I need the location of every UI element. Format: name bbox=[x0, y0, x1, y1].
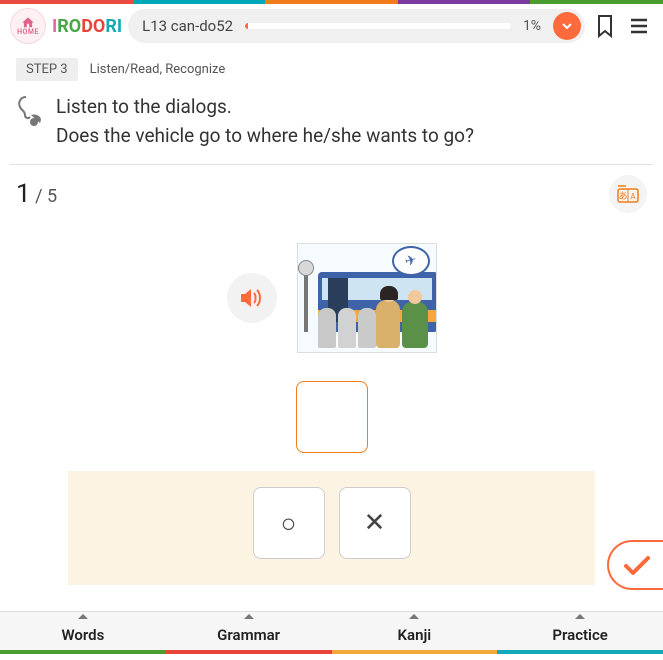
answer-no-button[interactable]: ✕ bbox=[339, 487, 411, 559]
bookmark-icon bbox=[595, 14, 615, 38]
svg-text:A: A bbox=[630, 192, 636, 201]
svg-text:あ: あ bbox=[618, 191, 627, 202]
airplane-icon: ✈ bbox=[403, 252, 418, 270]
nav-practice[interactable]: Practice bbox=[497, 612, 663, 654]
confirm-button[interactable] bbox=[607, 540, 663, 590]
answer-yes-button[interactable]: ○ bbox=[253, 487, 325, 559]
home-icon bbox=[21, 16, 35, 28]
instruction-line2: Does the vehicle go to where he/she want… bbox=[56, 122, 474, 151]
counter-total: 5 bbox=[47, 186, 57, 207]
brand-stripe bbox=[0, 0, 663, 4]
bottom-nav: Words Grammar Kanji Practice bbox=[0, 611, 663, 654]
step-description: Listen/Read, Recognize bbox=[90, 62, 226, 77]
bookmark-button[interactable] bbox=[591, 14, 619, 38]
home-button[interactable]: HOME bbox=[10, 8, 46, 44]
progress-track bbox=[245, 23, 511, 29]
nav-kanji[interactable]: Kanji bbox=[332, 612, 498, 654]
counter-current: 1 bbox=[16, 179, 31, 209]
logo: IRODORI bbox=[52, 16, 122, 37]
lesson-title: L13 can-do52 bbox=[142, 17, 233, 35]
step-bar: STEP 3 Listen/Read, Recognize bbox=[0, 48, 663, 85]
listen-icon bbox=[16, 93, 46, 131]
instruction-line1: Listen to the dialogs. bbox=[56, 93, 474, 122]
progress-dropdown[interactable] bbox=[553, 12, 581, 40]
progress-percent: 1% bbox=[517, 18, 547, 34]
nav-grammar[interactable]: Grammar bbox=[166, 612, 332, 654]
furigana-toggle[interactable]: あ A bbox=[609, 175, 647, 213]
menu-button[interactable] bbox=[625, 17, 653, 35]
play-audio-button[interactable] bbox=[227, 273, 277, 323]
check-icon bbox=[623, 554, 651, 576]
answer-drop-slot[interactable] bbox=[296, 381, 368, 453]
furigana-icon: あ A bbox=[617, 185, 639, 203]
question-counter: 1 / 5 bbox=[16, 179, 57, 209]
header: HOME IRODORI L13 can-do52 1% bbox=[0, 4, 663, 48]
answer-choices: ○ ✕ bbox=[68, 471, 595, 585]
step-chip: STEP 3 bbox=[16, 58, 78, 81]
progress-bar[interactable]: L13 can-do52 1% bbox=[128, 9, 585, 43]
instruction: Listen to the dialogs. Does the vehicle … bbox=[0, 85, 663, 164]
chevron-down-icon bbox=[561, 20, 573, 32]
speaker-icon bbox=[239, 286, 265, 310]
nav-words[interactable]: Words bbox=[0, 612, 166, 654]
scene-illustration: ✈ bbox=[297, 243, 437, 353]
home-label: HOME bbox=[17, 28, 39, 36]
hamburger-icon bbox=[629, 17, 649, 35]
